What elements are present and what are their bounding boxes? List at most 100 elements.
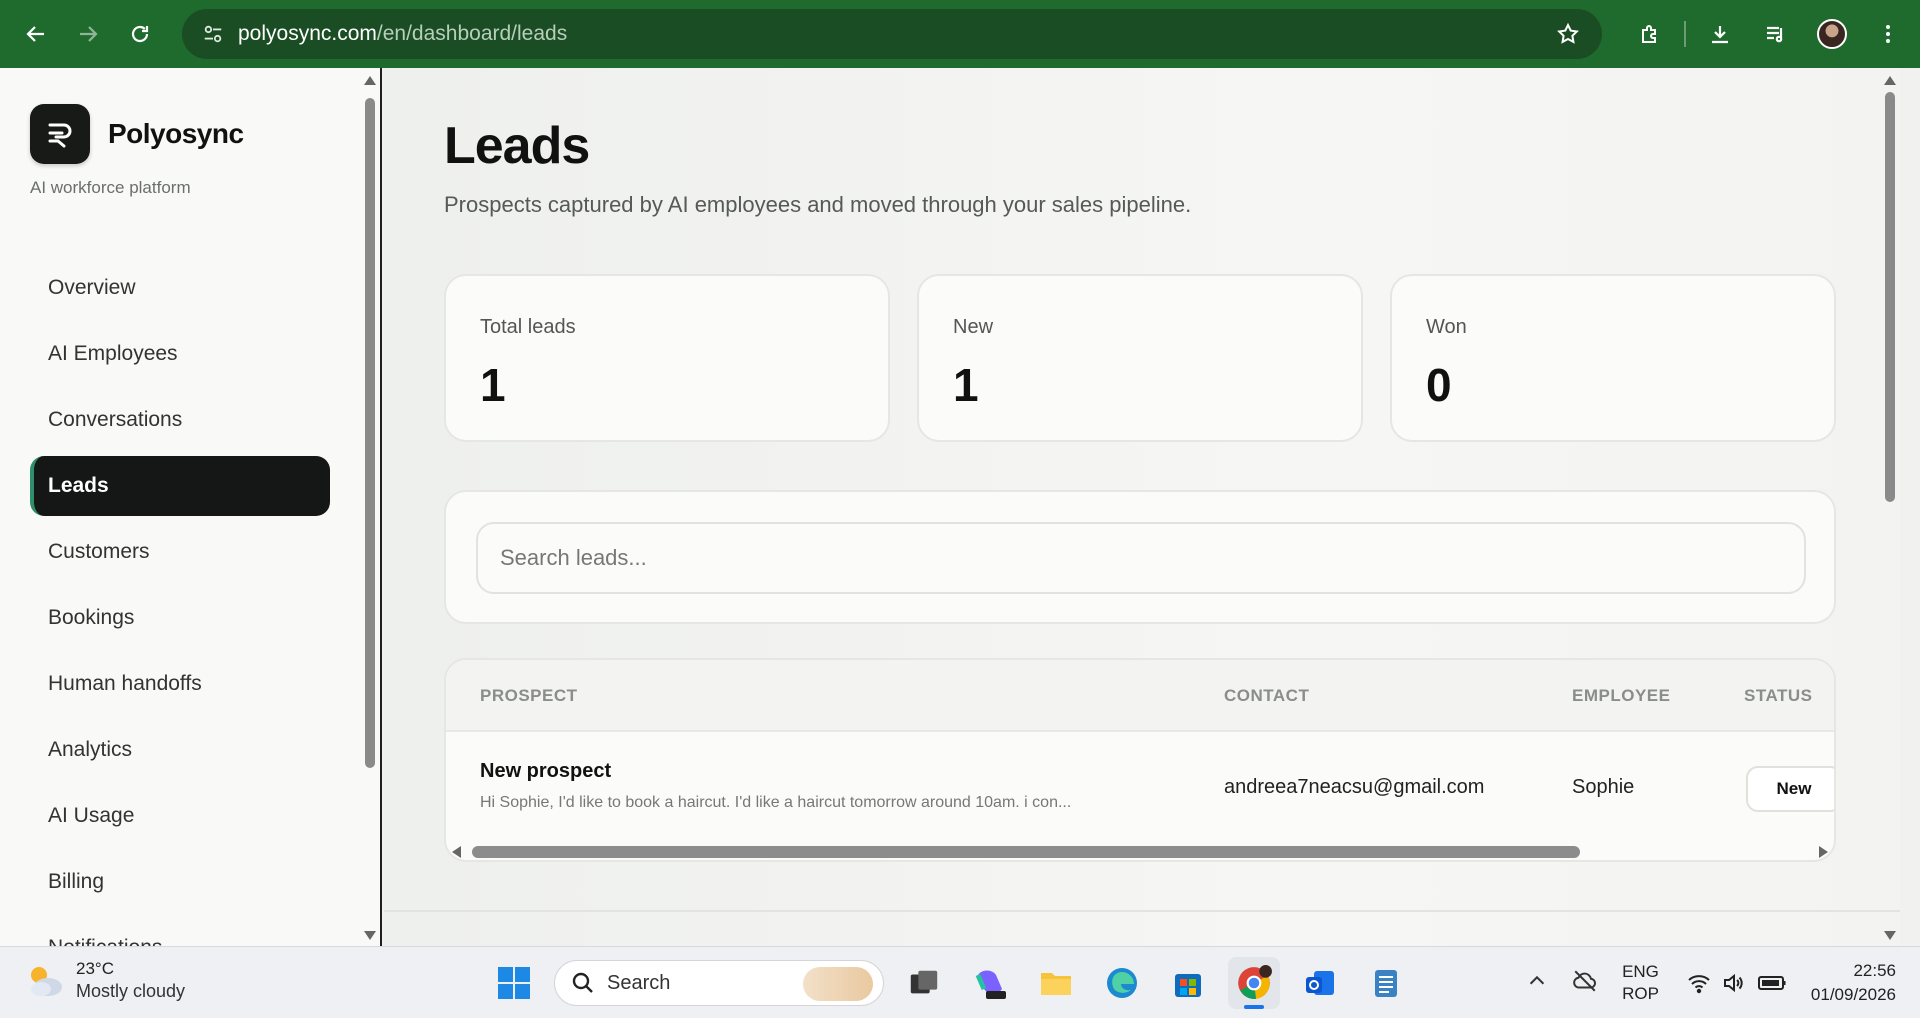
main-scrollbar[interactable] — [1880, 68, 1900, 946]
start-button[interactable] — [488, 957, 540, 1009]
media-controls-button[interactable] — [1748, 8, 1804, 60]
sidebar-item-overview[interactable]: Overview — [30, 258, 330, 318]
sidebar-scroll-thumb[interactable] — [365, 98, 375, 768]
table-scroll-thumb[interactable] — [472, 846, 1580, 858]
leads-table: PROSPECT CONTACT EMPLOYEE STATUS New pro… — [444, 658, 1836, 862]
show-hidden-icons-button[interactable] — [1526, 970, 1548, 997]
taskbar-task-view[interactable] — [898, 957, 950, 1009]
copilot-icon — [975, 970, 1006, 999]
scroll-left-arrow-icon[interactable] — [452, 846, 461, 858]
taskbar-outlook[interactable] — [1294, 957, 1346, 1009]
network-volume-battery[interactable] — [1687, 971, 1787, 995]
contact-email: andreea7neacsu@gmail.com — [1224, 776, 1485, 798]
browser-menu-button[interactable] — [1860, 8, 1916, 60]
downloads-button[interactable] — [1692, 8, 1748, 60]
sidebar-item-human-handoffs[interactable]: Human handoffs — [30, 654, 330, 714]
stat-label: Total leads — [480, 316, 576, 338]
brand-tagline: AI workforce platform — [30, 178, 191, 197]
prospect-message: Hi Sophie, I'd like to book a haircut. I… — [480, 794, 1072, 811]
sidebar-scrollbar[interactable] — [362, 68, 378, 946]
prospect-name[interactable]: New prospect — [480, 760, 611, 783]
column-header-contact[interactable]: CONTACT — [1224, 686, 1309, 706]
column-header-prospect[interactable]: PROSPECT — [480, 686, 578, 706]
scroll-right-arrow-icon[interactable] — [1819, 846, 1828, 858]
sidebar-item-analytics[interactable]: Analytics — [30, 720, 330, 780]
taskbar-edge[interactable] — [1096, 957, 1148, 1009]
taskbar-m365[interactable] — [964, 957, 1016, 1009]
chrome-browser-icon — [1238, 965, 1272, 999]
arrow-right-icon — [80, 26, 98, 42]
sidebar: Polyosync AI workforce platform Overview… — [0, 68, 382, 946]
sidebar-item-customers[interactable]: Customers — [30, 522, 330, 582]
windows-logo-icon — [498, 967, 530, 999]
column-header-status[interactable]: STATUS — [1744, 686, 1812, 706]
system-clock[interactable]: 22:56 01/09/2026 — [1811, 959, 1896, 1007]
scroll-up-arrow-icon[interactable] — [364, 76, 376, 85]
clock-date: 01/09/2026 — [1810, 985, 1896, 1004]
sidebar-item-ai-employees[interactable]: AI Employees — [30, 324, 330, 384]
brand-name: Polyosync — [108, 118, 244, 149]
table-row[interactable]: New prospect Hi Sophie, I'd like to book… — [446, 734, 1834, 840]
table-horizontal-scrollbar[interactable] — [446, 840, 1834, 860]
table-header: PROSPECT CONTACT EMPLOYEE STATUS — [446, 660, 1834, 732]
stat-label: New — [953, 316, 994, 338]
extensions-button[interactable] — [1622, 8, 1678, 60]
stat-value: 1 — [953, 359, 979, 411]
search-input[interactable] — [476, 522, 1806, 594]
weather-widget[interactable]: 23°C Mostly cloudy — [24, 959, 185, 1002]
employee-name: Sophie — [1572, 776, 1635, 798]
taskbar-search-label: Search — [607, 971, 671, 994]
column-header-employee[interactable]: EMPLOYEE — [1572, 686, 1670, 706]
download-icon — [1712, 26, 1728, 44]
sidebar-item-ai-usage[interactable]: AI Usage — [30, 786, 330, 846]
reload-button[interactable] — [114, 8, 166, 60]
browser-toolbar: polyosync.com/en/dashboard/leads — [0, 0, 1920, 68]
taskbar-store[interactable] — [1162, 957, 1214, 1009]
sidebar-item-conversations[interactable]: Conversations — [30, 390, 330, 450]
back-button[interactable] — [10, 8, 62, 60]
profile-button[interactable] — [1804, 8, 1860, 60]
stat-card-total-leads: Total leads 1 — [444, 274, 890, 442]
playlist-icon — [1767, 26, 1783, 43]
scroll-down-arrow-icon[interactable] — [364, 931, 376, 940]
sidebar-item-bookings[interactable]: Bookings — [30, 588, 330, 648]
page-subtitle: Prospects captured by AI employees and m… — [444, 192, 1192, 217]
wifi-icon — [1688, 975, 1710, 994]
cloud-off-icon — [1573, 970, 1597, 991]
taskbar-chrome[interactable] — [1228, 957, 1280, 1009]
language-code: ENG — [1622, 962, 1659, 981]
sidebar-nav: Overview AI Employees Conversations Lead… — [30, 258, 330, 946]
address-bar[interactable]: polyosync.com/en/dashboard/leads — [182, 9, 1602, 59]
folder-icon — [1041, 973, 1071, 995]
sidebar-item-billing[interactable]: Billing — [30, 852, 330, 912]
battery-icon — [1757, 976, 1786, 990]
page-title: Leads — [444, 117, 590, 175]
search-icon — [572, 972, 593, 993]
task-view-icon — [910, 970, 938, 994]
toolbar-separator — [1684, 21, 1686, 47]
toolbar-actions — [1622, 0, 1920, 68]
reload-icon — [131, 25, 149, 43]
scroll-up-arrow-icon[interactable] — [1884, 76, 1896, 85]
bookmark-star-icon[interactable] — [1556, 22, 1580, 46]
taskbar-search[interactable]: Search — [554, 960, 884, 1006]
taskbar-file-explorer[interactable] — [1030, 957, 1082, 1009]
taskbar-notepad[interactable] — [1360, 957, 1412, 1009]
store-icon — [1175, 974, 1201, 997]
onedrive-status[interactable] — [1572, 968, 1598, 999]
weather-condition: Mostly cloudy — [76, 981, 186, 1001]
status-badge[interactable]: New — [1746, 766, 1834, 812]
sidebar-item-leads[interactable]: Leads — [30, 456, 330, 516]
scroll-down-arrow-icon[interactable] — [1884, 931, 1896, 940]
site-settings-icon[interactable] — [202, 23, 224, 45]
brand[interactable]: Polyosync — [30, 104, 244, 164]
search-card — [444, 490, 1836, 624]
keyboard-layout: ROP — [1622, 984, 1659, 1003]
forward-button[interactable] — [62, 8, 114, 60]
stat-value: 1 — [480, 359, 506, 411]
puzzle-icon — [1642, 25, 1656, 43]
stat-value: 0 — [1426, 359, 1452, 411]
main-scroll-thumb[interactable] — [1885, 92, 1895, 502]
sidebar-item-notifications[interactable]: Notifications — [30, 918, 330, 946]
language-indicator[interactable]: ENG ROP — [1622, 961, 1659, 1005]
